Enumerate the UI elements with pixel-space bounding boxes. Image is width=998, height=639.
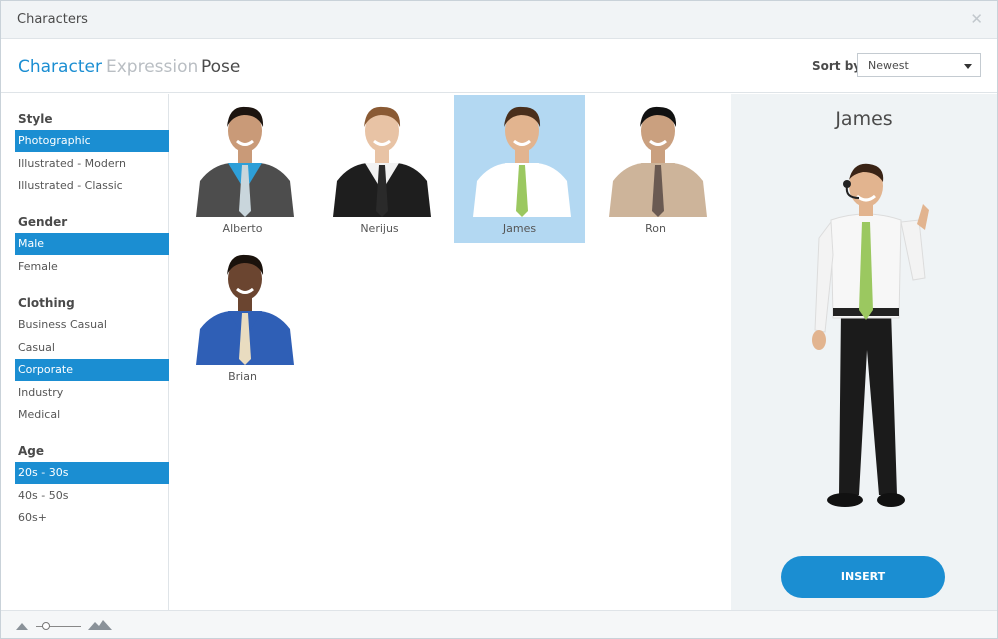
tab-pose[interactable]: Pose bbox=[201, 57, 240, 77]
preview-name: James bbox=[835, 108, 893, 130]
sidebar-item-illustrated-classic[interactable]: Illustrated - Classic bbox=[15, 175, 169, 197]
sidebar-item-male[interactable]: Male bbox=[15, 233, 169, 255]
close-icon[interactable]: ✕ bbox=[970, 10, 983, 28]
character-thumbnail bbox=[196, 254, 294, 365]
zoom-slider-handle[interactable] bbox=[42, 622, 50, 630]
sort-value: Newest bbox=[868, 59, 909, 72]
sidebar-item-photographic[interactable]: Photographic bbox=[15, 130, 169, 152]
sidebar-item-casual[interactable]: Casual bbox=[15, 337, 169, 359]
filter-sidebar: Style Photographic Illustrated - Modern Ill… bbox=[1, 94, 169, 610]
mountain-small-icon[interactable] bbox=[16, 621, 28, 631]
character-thumbnail bbox=[333, 106, 431, 217]
tabs-bar: Character Expression Pose Sort by: Newes… bbox=[1, 40, 997, 93]
insert-button[interactable]: INSERT bbox=[781, 556, 945, 598]
sidebar-item-business-casual[interactable]: Business Casual bbox=[15, 314, 169, 336]
character-thumbnail bbox=[609, 106, 707, 217]
character-card-ron[interactable]: Ron bbox=[590, 95, 721, 243]
section-heading-clothing: Clothing bbox=[18, 296, 75, 310]
character-thumbnail bbox=[473, 106, 571, 217]
sidebar-item-20s-30s[interactable]: 20s - 30s bbox=[15, 462, 169, 484]
sidebar-item-illustrated-modern[interactable]: Illustrated - Modern bbox=[15, 153, 169, 175]
section-heading-age: Age bbox=[18, 444, 45, 458]
sidebar-item-female[interactable]: Female bbox=[15, 256, 169, 278]
character-card-james[interactable]: James bbox=[454, 95, 585, 243]
window-title: Characters bbox=[17, 12, 88, 27]
section-heading-gender: Gender bbox=[18, 215, 68, 229]
tab-character[interactable]: Character bbox=[18, 57, 102, 77]
sidebar-item-40s-50s[interactable]: 40s - 50s bbox=[15, 485, 169, 507]
sort-dropdown[interactable]: Newest bbox=[857, 53, 981, 77]
sidebar-item-medical[interactable]: Medical bbox=[15, 404, 169, 426]
character-gallery: Alberto Nerijus James Ron Brian bbox=[170, 94, 731, 610]
character-name: Brian bbox=[228, 370, 257, 383]
character-name: James bbox=[502, 222, 537, 235]
title-bar: Characters ✕ bbox=[1, 1, 997, 39]
character-card-brian[interactable]: Brian bbox=[177, 243, 308, 391]
footer-bar bbox=[1, 610, 997, 638]
mountain-large-icon[interactable] bbox=[88, 619, 112, 631]
characters-dialog: Characters ✕ Character Expression Pose S… bbox=[0, 0, 998, 639]
character-thumbnail bbox=[196, 106, 294, 217]
character-name: Ron bbox=[645, 222, 666, 235]
sidebar-item-industry[interactable]: Industry bbox=[15, 382, 169, 404]
character-name: Alberto bbox=[222, 222, 263, 235]
character-card-alberto[interactable]: Alberto bbox=[177, 95, 308, 243]
sidebar-item-60s[interactable]: 60s+ bbox=[15, 507, 169, 529]
character-card-nerijus[interactable]: Nerijus bbox=[314, 95, 445, 243]
section-heading-style: Style bbox=[18, 112, 53, 126]
tab-expression[interactable]: Expression bbox=[106, 57, 198, 77]
sidebar-item-corporate[interactable]: Corporate bbox=[15, 359, 169, 381]
character-preview-image bbox=[812, 163, 929, 507]
preview-panel: James INSERT bbox=[731, 94, 997, 610]
character-name: Nerijus bbox=[360, 222, 399, 235]
chevron-down-icon bbox=[964, 64, 972, 69]
